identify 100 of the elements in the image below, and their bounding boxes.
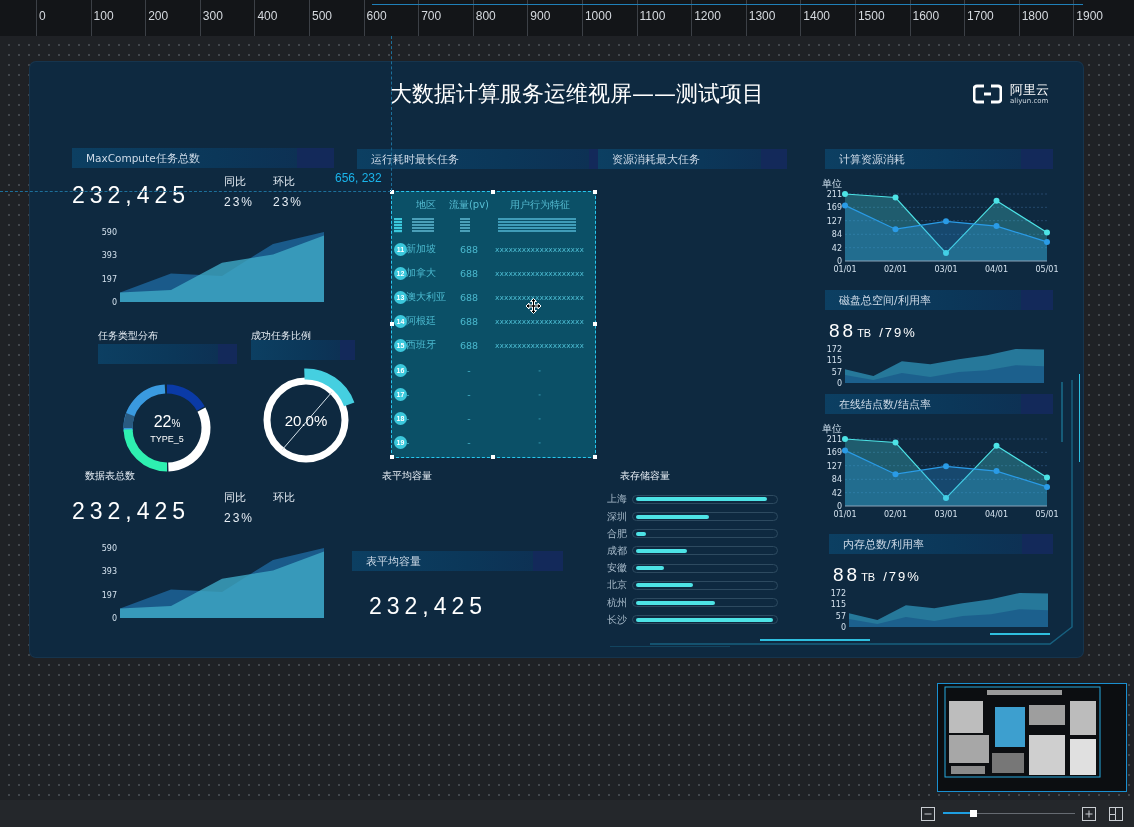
stat-value: 232,425 [72,182,192,210]
axis-label: 01/01 [833,510,857,519]
axis-label: 115 [826,356,842,366]
stat-value: 232,425 [369,593,489,620]
axis-label: 0 [111,614,117,623]
axis-label: 127 [826,461,842,471]
stat-value: 232,425 [72,498,192,526]
axis-label: 05/01 [1035,265,1059,274]
table-cell-text: 688 [458,291,480,303]
panel-title: 表存储容量 [619,469,671,483]
axis-label: 172 [830,589,846,598]
city-label: 合肥 [607,526,628,541]
panel-title: 数据表总数 [84,469,136,483]
compare-value: 23% [224,195,256,209]
donut-label: TYPE_5 [150,434,184,444]
column-header: 流量(pv) [447,198,491,212]
table-cell: - [406,412,410,424]
gauge-reading: 20.0% [284,411,328,429]
axis-label: 04/01 [984,510,1009,519]
capacity-value: 88 [833,564,861,586]
axis-label: 57 [831,367,842,377]
axis-label: 0 [836,379,842,388]
axis-label: 0 [836,502,842,511]
axis-label: 0 [836,257,842,266]
city-label: 北京 [607,578,628,593]
usage-ratio: /79% [883,569,921,584]
table-cell: - [406,388,410,400]
table-cell-text: 688 [458,316,480,328]
panel-title: 表平均容量 [381,469,433,483]
city-label: 深圳 [607,509,628,524]
table-cell-text: 688 [458,243,480,255]
axis-label: 84 [831,230,842,240]
axis-label: 197 [101,590,117,600]
compare-value: 23% [224,511,256,525]
table-cell: 澳大利亚 [406,290,446,304]
city-label: 上海 [607,492,628,507]
axis-label: 57 [835,611,846,621]
panel-title: 成功任务比例 [250,329,312,343]
table-cell-text: - [466,412,472,424]
axis-label: 211 [826,435,842,444]
column-header: 用户行为特征 [508,198,571,212]
axis-label: 211 [826,190,842,199]
column-header: 地区 [415,198,437,212]
axis-label: 393 [101,567,117,577]
axis-label: 02/01 [883,265,908,274]
panel-header: 资源消耗最大任务 [598,149,787,169]
axis-label: 197 [101,274,117,284]
axis-title: 单位 [822,423,842,434]
dashboard-title: 大数据计算服务运维视屏——测试项目 [390,80,765,108]
axis-label: 42 [831,488,842,498]
table-cell: 新加坡 [406,242,436,256]
axis-label: 03/01 [934,265,958,274]
city-label: 成都 [607,543,628,558]
table-cell-text: 688 [458,340,480,352]
axis-label: 590 [101,228,117,237]
usage-ratio: /79% [879,325,917,340]
axis-label: 01/01 [833,265,857,274]
city-label: 长沙 [607,612,628,627]
table-cell-text: 688 [458,267,480,279]
axis-label: 169 [826,448,842,458]
table-cell: - [406,437,410,449]
donut-unit: % [171,418,181,429]
axis-title: 单位 [822,178,842,189]
axis-label: 393 [101,251,117,261]
axis-label: 84 [831,475,842,485]
table-cell-text: - [466,364,472,376]
axis-label: 42 [831,243,842,253]
panel-header: 计算资源消耗 [825,149,1053,169]
axis-label: 05/01 [1035,510,1059,519]
axis-label: 172 [826,345,842,354]
city-label: 安徽 [607,561,628,576]
axis-label: 115 [830,600,846,610]
axis-label: 590 [101,544,117,553]
compare-label: 同比 [224,174,247,189]
panel-header: 表平均容量 [352,551,563,571]
panel-header: 在线结点数/结点率 [825,394,1053,414]
table-cell-text: - [466,437,472,449]
capacity-unit: TB [861,571,876,583]
table-cell: 阿根廷 [406,315,436,329]
compare-label: 环比 [273,490,296,505]
axis-label: 0 [111,298,117,307]
capacity-unit: TB [857,327,872,339]
panel-header: 磁盘总空间/利用率 [825,290,1053,310]
panel-title: 任务类型分布 [97,329,159,343]
panel-header: 内存总数/利用率 [829,534,1053,554]
compare-value: 23% [273,195,305,209]
panel-header: MaxCompute任务总数 [72,148,334,168]
capacity-value: 88 [829,320,857,342]
table-cell: - [406,364,410,376]
table-cell: 加拿大 [406,266,436,280]
table-cell: 西班牙 [406,339,436,353]
axis-label: 0 [840,623,846,632]
axis-label: 169 [826,203,842,213]
compare-label: 同比 [224,490,247,505]
compare-label: 环比 [273,174,296,189]
axis-label: 03/01 [934,510,958,519]
donut-value: 22 [153,413,172,430]
city-label: 杭州 [607,595,628,610]
axis-label: 127 [826,216,842,226]
axis-label: 02/01 [883,510,908,519]
